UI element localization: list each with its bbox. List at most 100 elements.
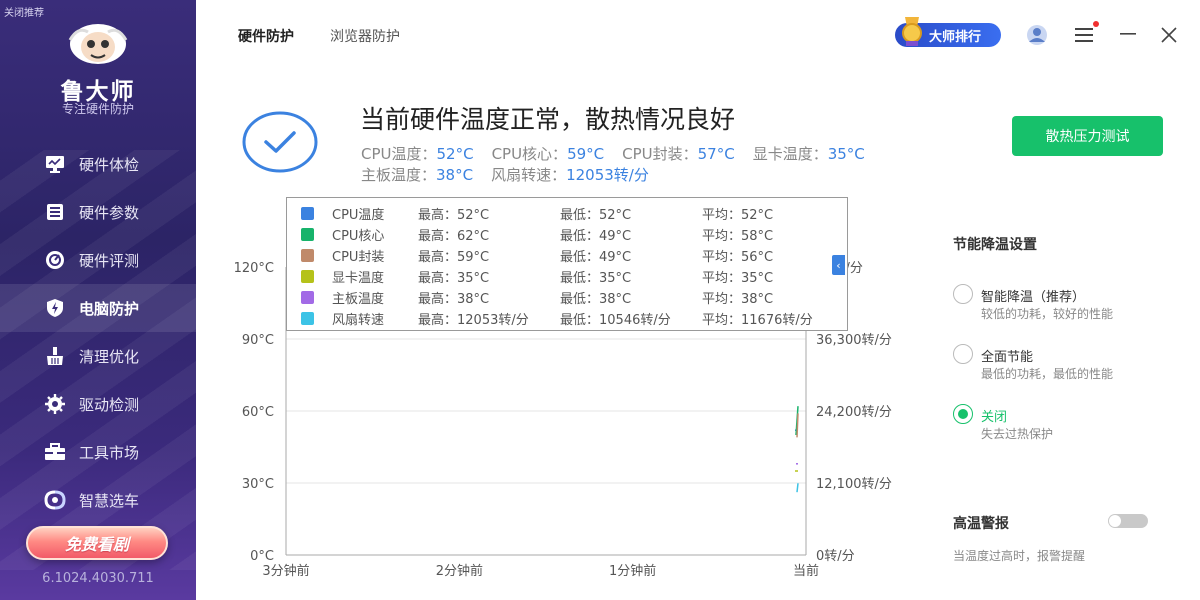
cpu-package-value: 57°C [697, 145, 735, 163]
app-window: 关闭推荐 鲁大师 专注硬件防护 硬件体检 硬件参数 硬件评测 电脑防护 清理优化… [0, 0, 1200, 600]
legend-min: 最低：49°C [560, 229, 632, 244]
sidebar-item-label: 硬件评测 [79, 251, 140, 270]
legend-min: 最低：38°C [560, 292, 632, 307]
gauge-icon [44, 249, 66, 271]
sidebar-item-label: 智慧选车 [79, 491, 140, 510]
radio-button[interactable] [953, 284, 973, 304]
energy-settings-title: 节能降温设置 [953, 237, 1037, 253]
legend-avg: 平均：56°C [702, 250, 774, 265]
broom-icon [44, 345, 66, 367]
legend-swatch [301, 228, 314, 241]
sidebar-item-label: 硬件参数 [79, 203, 140, 222]
chart-legend-panel: CPU温度 最高：52°C 最低：52°C 平均：52°C CPU核心 最高：62°C 最… [286, 197, 848, 331]
sidebar-item-label: 驱动检测 [79, 395, 140, 414]
cpu-core-value: 59°C [567, 145, 605, 163]
legend-max: 最高：35°C [418, 271, 490, 286]
readout-label: CPU核心： [491, 145, 568, 163]
legend-max: 最高：59°C [418, 250, 490, 265]
legend-max: 最高：52°C [418, 208, 490, 223]
master-rank-button[interactable]: 大师排行 [895, 17, 1001, 47]
option-desc: 失去过热保护 [981, 427, 1054, 441]
top-tabs: 硬件防护 浏览器防护 [238, 26, 400, 46]
sidebar-item-tool-market[interactable]: 工具市场 [0, 428, 196, 476]
status-headline: 当前硬件温度正常，散热情况良好 [360, 105, 736, 134]
sidebar-item-label: 清理优化 [79, 347, 140, 366]
radio-button-selected[interactable] [953, 404, 973, 424]
notification-dot [1093, 21, 1099, 27]
car-brand-icon [44, 489, 66, 511]
radio-button[interactable] [953, 344, 973, 364]
board-temp-value: 38°C [436, 166, 474, 184]
y-right-tick-label: 36,300转/分 [816, 333, 892, 348]
option-desc: 较低的功耗，较好的性能 [981, 307, 1114, 321]
shield-bolt-icon [44, 297, 66, 319]
cpu-temp-value: 52°C [436, 145, 474, 163]
alarm-toggle[interactable] [1108, 514, 1148, 528]
mascot-logo-icon [68, 24, 128, 64]
x-tick-label: 2分钟前 [436, 563, 483, 579]
sidebar-item-hardware-benchmark[interactable]: 硬件评测 [0, 236, 196, 284]
legend-row: CPU温度 最高：52°C 最低：52°C 平均：52°C [301, 203, 847, 224]
y-right-tick-label: 24,200转/分 [816, 405, 892, 420]
user-avatar-icon[interactable] [1026, 24, 1048, 46]
sidebar-item-hardware-check[interactable]: 硬件体检 [0, 140, 196, 188]
legend-swatch [301, 291, 314, 304]
readout-label: CPU温度： [361, 145, 437, 163]
master-rank-label: 大师排行 [929, 29, 982, 45]
legend-name: 主板温度 [332, 292, 385, 307]
fan-speed-value: 12053转/分 [566, 166, 649, 184]
legend-min: 最低：49°C [560, 250, 632, 265]
stress-test-button[interactable]: 散热压力测试 [1012, 116, 1163, 156]
y-left-tick-label: 30°C [242, 477, 274, 492]
close-recommend-link[interactable]: 关闭推荐 [4, 4, 44, 19]
sidebar-item-smart-car[interactable]: 智慧选车 [0, 476, 196, 524]
sidebar-nav: 硬件体检 硬件参数 硬件评测 电脑防护 清理优化 驱动检测 工具市场 智慧选车 [0, 140, 196, 524]
sidebar-item-pc-protection[interactable]: 电脑防护 [0, 284, 196, 332]
tab-hardware-protection[interactable]: 硬件防护 [238, 26, 294, 46]
legend-swatch [301, 207, 314, 220]
legend-avg: 平均：58°C [702, 229, 774, 244]
legend-row: 主板温度 最高：38°C 最低：38°C 平均：38°C [301, 287, 847, 308]
legend-min: 最低：35°C [560, 271, 632, 286]
legend-swatch [301, 249, 314, 262]
tab-browser-protection[interactable]: 浏览器防护 [330, 26, 400, 46]
x-tick-label: 当前 [793, 563, 819, 579]
series-line-3 [796, 413, 799, 438]
legend-min: 最低：10546转/分 [560, 313, 671, 328]
option-label: 全面节能 [981, 350, 1034, 365]
legend-collapse-button[interactable]: ‹ [832, 255, 845, 275]
legend-avg: 平均：35°C [702, 271, 774, 286]
temperature-readouts-row1: CPU温度：52°C CPU核心：59°C CPU封装：57°C 显卡温度：35°C [361, 143, 883, 164]
medal-icon [902, 17, 922, 46]
temperature-readouts-row2: 主板温度：38°C 风扇转速：12053转/分 [361, 164, 667, 185]
y-right-tick-label: 0转/分 [816, 549, 855, 564]
legend-swatch [301, 312, 314, 325]
close-icon[interactable] [1161, 27, 1177, 43]
legend-row: 显卡温度 最高：35°C 最低：35°C 平均：35°C [301, 266, 847, 287]
y-left-tick-label: 90°C [242, 333, 274, 348]
legend-name: CPU核心 [332, 229, 385, 244]
free-drama-button[interactable]: 免费看剧 [26, 526, 168, 560]
menu-icon[interactable] [1075, 28, 1093, 42]
y-left-tick-label: 60°C [242, 405, 274, 420]
option-desc: 最低的功耗，最低的性能 [981, 367, 1114, 381]
legend-swatch [301, 270, 314, 283]
series-line-6 [796, 483, 799, 493]
sidebar-item-label: 电脑防护 [79, 299, 140, 318]
gpu-temp-value: 35°C [827, 145, 865, 163]
sidebar-item-hardware-params[interactable]: 硬件参数 [0, 188, 196, 236]
readout-label: 显卡温度： [752, 145, 828, 163]
legend-name: 风扇转速 [332, 313, 385, 328]
status-ok-icon [242, 111, 318, 173]
sidebar: 关闭推荐 鲁大师 专注硬件防护 硬件体检 硬件参数 硬件评测 电脑防护 清理优化… [0, 0, 196, 600]
legend-name: 显卡温度 [332, 271, 385, 286]
minimize-icon[interactable] [1119, 25, 1137, 43]
gear-icon [44, 393, 66, 415]
sidebar-item-driver-check[interactable]: 驱动检测 [0, 380, 196, 428]
legend-name: CPU温度 [332, 208, 385, 223]
sidebar-item-cleanup[interactable]: 清理优化 [0, 332, 196, 380]
legend-row: CPU封装 最高：59°C 最低：49°C 平均：56°C [301, 245, 847, 266]
toolbox-icon [44, 441, 66, 463]
sidebar-item-label: 工具市场 [79, 443, 140, 462]
legend-max: 最高：62°C [418, 229, 490, 244]
